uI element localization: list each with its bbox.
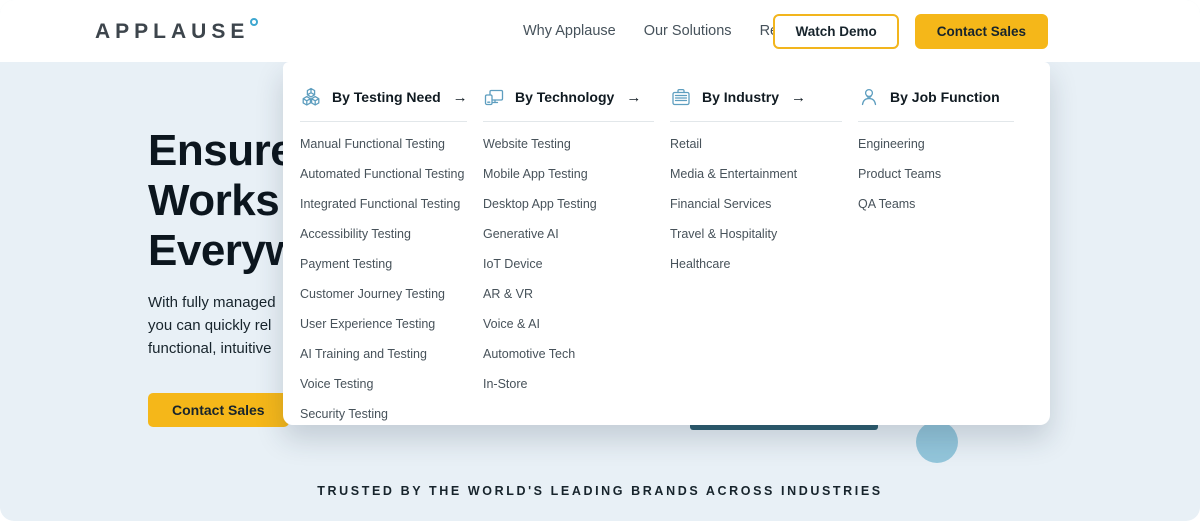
briefcase-icon [670, 86, 692, 108]
hero-heading-line: Works [148, 176, 299, 226]
menu-item[interactable]: Automated Functional Testing [300, 159, 483, 189]
menu-item[interactable]: Engineering [858, 129, 1030, 159]
trusted-brands-text: TRUSTED BY THE WORLD'S LEADING BRANDS AC… [0, 484, 1200, 498]
menu-item[interactable]: In-Store [483, 369, 670, 399]
menu-item[interactable]: Integrated Functional Testing [300, 189, 483, 219]
menu-column-job-function: By Job Function EngineeringProduct Teams… [858, 82, 1030, 425]
hero-body-line: functional, intuitive [148, 337, 299, 360]
page: EnsureWorksEveryw With fully managedyou … [0, 0, 1200, 521]
nav-link[interactable]: Why Applause [523, 23, 616, 39]
menu-list-testing-need: Manual Functional TestingAutomated Funct… [300, 129, 483, 429]
menu-item[interactable]: Security Testing [300, 399, 483, 429]
hero-decor-circle [916, 421, 958, 463]
watch-demo-button[interactable]: Watch Demo [773, 14, 898, 49]
menu-header-job-function[interactable]: By Job Function [858, 82, 1014, 122]
menu-item[interactable]: Voice & AI [483, 309, 670, 339]
menu-list-industry: RetailMedia & EntertainmentFinancial Ser… [670, 129, 858, 279]
cubes-icon [300, 86, 322, 108]
menu-item[interactable]: Customer Journey Testing [300, 279, 483, 309]
nav-link[interactable]: Our Solutions [644, 23, 732, 39]
menu-item[interactable]: Mobile App Testing [483, 159, 670, 189]
contact-sales-button[interactable]: Contact Sales [915, 14, 1048, 49]
hero-body: With fully managedyou can quickly relfun… [148, 291, 299, 360]
menu-item[interactable]: Financial Services [670, 189, 858, 219]
menu-item[interactable]: Voice Testing [300, 369, 483, 399]
menu-item[interactable]: Generative AI [483, 219, 670, 249]
menu-column-title: By Job Function [890, 89, 1000, 105]
menu-item[interactable]: Accessibility Testing [300, 219, 483, 249]
applause-logo[interactable]: APPLAUSE [95, 20, 258, 44]
menu-header-technology[interactable]: By Technology → [483, 82, 654, 122]
menu-item[interactable]: Healthcare [670, 249, 858, 279]
hero-body-line: you can quickly rel [148, 314, 299, 337]
menu-column-testing-need: By Testing Need → Manual Functional Test… [300, 82, 483, 425]
hero-heading: EnsureWorksEveryw [148, 126, 299, 276]
menu-column-title: By Technology [515, 89, 614, 105]
devices-icon [483, 86, 505, 108]
menu-item[interactable]: Manual Functional Testing [300, 129, 483, 159]
menu-item[interactable]: Retail [670, 129, 858, 159]
menu-item[interactable]: AI Training and Testing [300, 339, 483, 369]
menu-item[interactable]: Product Teams [858, 159, 1030, 189]
arrow-right-icon: → [453, 89, 468, 106]
top-navbar: APPLAUSE Why ApplauseOur SolutionsResour… [0, 0, 1200, 62]
hero-heading-line: Ensure [148, 126, 299, 176]
menu-item[interactable]: IoT Device [483, 249, 670, 279]
solutions-mega-menu: By Testing Need → Manual Functional Test… [283, 62, 1050, 425]
menu-item[interactable]: Travel & Hospitality [670, 219, 858, 249]
hero-body-line: With fully managed [148, 291, 299, 314]
arrow-right-icon: → [626, 89, 641, 106]
hero-section: EnsureWorksEveryw With fully managedyou … [148, 126, 299, 427]
menu-item[interactable]: Media & Entertainment [670, 159, 858, 189]
header-buttons: Watch Demo Contact Sales [773, 0, 1048, 62]
person-icon [858, 86, 880, 108]
hero-heading-line: Everyw [148, 226, 299, 276]
logo-circle-icon [250, 18, 258, 26]
menu-column-title: By Industry [702, 89, 779, 105]
menu-item[interactable]: Desktop App Testing [483, 189, 670, 219]
menu-header-industry[interactable]: By Industry → [670, 82, 842, 122]
menu-item[interactable]: Payment Testing [300, 249, 483, 279]
menu-item[interactable]: AR & VR [483, 279, 670, 309]
menu-item[interactable]: User Experience Testing [300, 309, 483, 339]
arrow-right-icon: → [791, 89, 806, 106]
menu-item[interactable]: Automotive Tech [483, 339, 670, 369]
logo-text: APPLAUSE [95, 20, 249, 44]
menu-item[interactable]: Website Testing [483, 129, 670, 159]
menu-list-job-function: EngineeringProduct TeamsQA Teams [858, 129, 1030, 219]
menu-item[interactable]: QA Teams [858, 189, 1030, 219]
menu-list-technology: Website TestingMobile App TestingDesktop… [483, 129, 670, 399]
menu-column-industry: By Industry → RetailMedia & Entertainmen… [670, 82, 858, 425]
menu-column-title: By Testing Need [332, 89, 441, 105]
menu-header-testing-need[interactable]: By Testing Need → [300, 82, 467, 122]
menu-column-technology: By Technology → Website TestingMobile Ap… [483, 82, 670, 425]
hero-contact-sales-button[interactable]: Contact Sales [148, 393, 289, 427]
